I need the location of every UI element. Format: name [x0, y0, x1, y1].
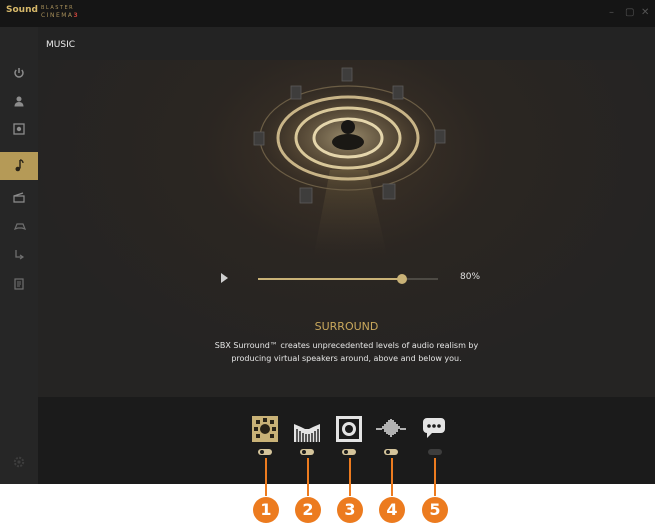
page-title: MUSIC	[46, 40, 76, 50]
bass-button[interactable]	[336, 416, 362, 442]
crystalizer-toggle[interactable]	[300, 449, 314, 455]
surround-icon	[254, 418, 276, 438]
speaker-top-right	[392, 85, 404, 100]
callout-line-1	[265, 458, 267, 496]
feature-description-line-1: SBX Surround™ creates unprecedented leve…	[214, 341, 479, 350]
callout-1: 1	[253, 497, 279, 523]
volume-slider[interactable]	[258, 274, 438, 284]
crystalizer-icon	[294, 416, 320, 442]
sidebar-item-music[interactable]	[0, 152, 38, 180]
sidebar	[0, 27, 38, 484]
voice-icon	[15, 250, 25, 260]
smart-volume-button[interactable]	[376, 416, 406, 442]
callout-line-3	[349, 458, 351, 496]
listener-base	[332, 134, 364, 150]
callout-line-2	[307, 458, 309, 496]
callout-5: 5	[422, 497, 448, 523]
sidebar-item-voice[interactable]	[0, 242, 38, 270]
game-controller-icon	[13, 223, 27, 230]
sidebar-item-movie[interactable]	[0, 184, 38, 212]
callout-line-5	[434, 458, 436, 496]
surround-stage: 80% SURROUND SBX Surround™ creates unpre…	[38, 60, 655, 397]
document-icon	[14, 278, 24, 290]
surround-toggle[interactable]	[258, 449, 272, 455]
maximize-button[interactable]: ▢	[625, 7, 634, 18]
feature-bar	[38, 397, 655, 484]
callout-2: 2	[295, 497, 321, 523]
callout-4: 4	[379, 497, 405, 523]
callout-3: 3	[337, 497, 363, 523]
sidebar-item-power[interactable]	[0, 60, 38, 88]
sidebar-item-speaker[interactable]	[0, 116, 38, 144]
power-icon	[14, 68, 24, 78]
sidebar-item-settings[interactable]	[0, 449, 38, 477]
sidebar-item-profile[interactable]	[0, 88, 38, 116]
dialog-plus-toggle[interactable]	[428, 449, 442, 455]
dialog-plus-icon	[423, 418, 445, 438]
smart-volume-toggle[interactable]	[384, 449, 398, 455]
speaker-visualization	[253, 67, 446, 260]
speaker-icon	[13, 123, 25, 135]
listener-head-icon	[341, 120, 355, 134]
smart-volume-icon	[376, 419, 406, 437]
app-window: Sound BLASTER CINEMA3 – ▢ ✕ MUSIC 80% SU…	[0, 0, 655, 484]
user-icon	[14, 96, 24, 107]
surround-button[interactable]	[252, 416, 278, 442]
music-note-icon	[15, 159, 24, 172]
volume-slider-fill	[258, 278, 402, 280]
feature-title: SURROUND	[314, 320, 379, 333]
movie-clapper-icon	[13, 192, 25, 203]
speaker-top-center	[341, 67, 353, 82]
logo-sound-text: Sound	[6, 5, 38, 15]
logo-blaster-text: BLASTER	[41, 5, 75, 11]
crystalizer-button[interactable]	[294, 416, 320, 442]
sidebar-item-game[interactable]	[0, 213, 38, 241]
volume-slider-knob[interactable]	[397, 274, 407, 284]
feature-description-line-2: producing virtual speakers around, above…	[231, 354, 462, 363]
play-button[interactable]	[221, 273, 228, 283]
bass-toggle[interactable]	[342, 449, 356, 455]
speaker-right	[434, 129, 446, 144]
title-bar: Sound BLASTER CINEMA3 – ▢ ✕	[0, 0, 655, 27]
settings-icon	[13, 456, 25, 468]
volume-label: 80%	[460, 272, 481, 282]
speaker-rear-left	[299, 187, 313, 204]
logo-cinema-text: CINEMA3	[41, 12, 80, 19]
speaker-rear-right	[382, 183, 396, 200]
close-button[interactable]: ✕	[641, 7, 649, 18]
sidebar-item-document[interactable]	[0, 271, 38, 299]
dialog-plus-button[interactable]	[421, 416, 447, 442]
bass-icon	[339, 419, 359, 439]
callout-line-4	[391, 458, 393, 496]
speaker-top-left	[290, 85, 302, 100]
minimize-button[interactable]: –	[609, 7, 614, 18]
header-bar: MUSIC	[38, 27, 655, 60]
speaker-left	[253, 131, 265, 146]
